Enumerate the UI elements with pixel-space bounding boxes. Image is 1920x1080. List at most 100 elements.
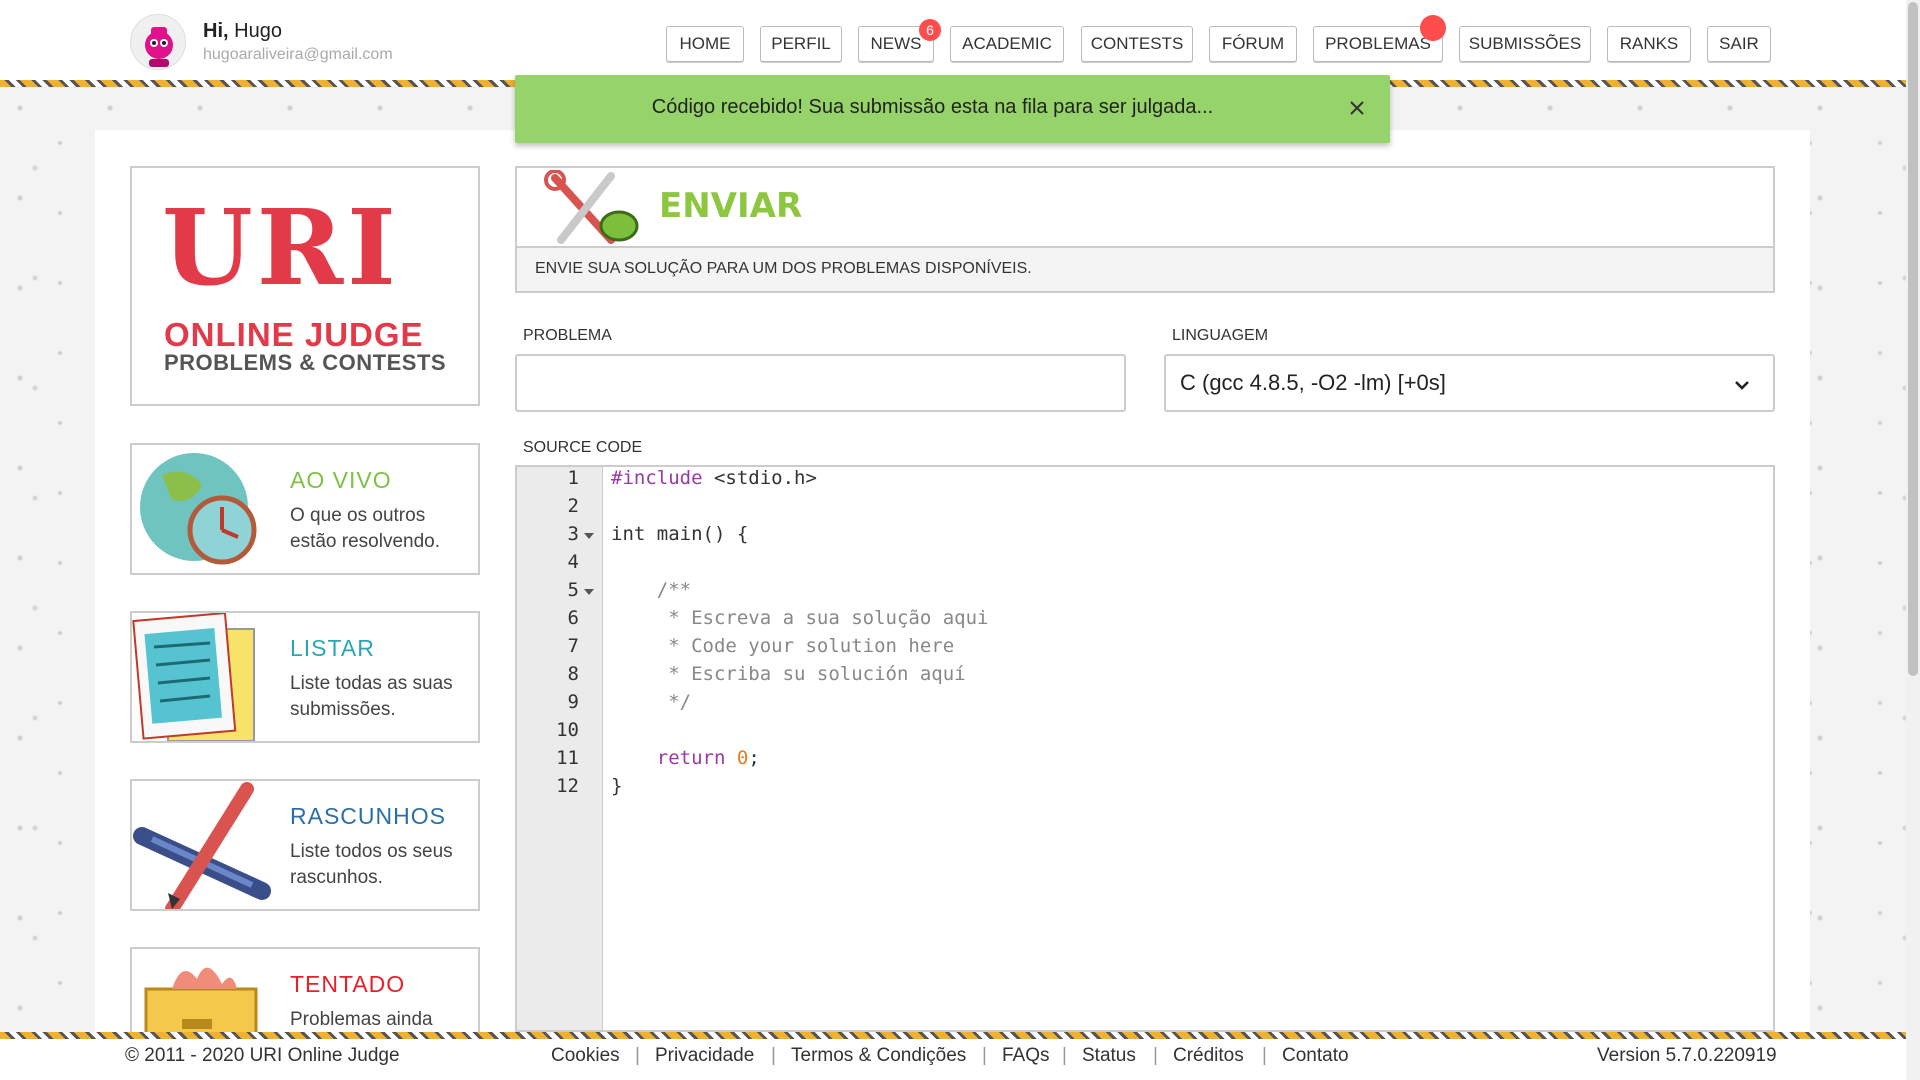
logo-online-judge-text: ONLINE JUDGE xyxy=(164,316,424,353)
pen-pencil-icon xyxy=(133,782,271,909)
line-number: 12 xyxy=(556,775,579,797)
sidebar-card-ao-vivo[interactable]: AO VIVO O que os outros estão resolvendo… xyxy=(130,443,480,575)
linguagem-select[interactable]: C (gcc 4.8.5, -O2 -lm) [+0s] xyxy=(1164,354,1775,412)
footer-separator: | xyxy=(1062,1045,1067,1066)
nav-perfil-button[interactable]: PERFIL xyxy=(760,26,842,62)
footer-separator: | xyxy=(635,1045,640,1066)
footer-link-faqs[interactable]: FAQs xyxy=(1002,1045,1050,1067)
sidebar-desc: O que os outros estão resolvendo. xyxy=(290,505,440,552)
logo-uri-text: URI xyxy=(162,186,400,309)
avatar-robot-icon xyxy=(131,15,185,69)
preprocessor-directive: #include xyxy=(611,467,703,489)
fold-arrow-icon[interactable] xyxy=(584,589,594,595)
enviar-header-card: ENVIAR ENVIE SUA SOLUÇÃO PARA UM DOS PRO… xyxy=(515,166,1775,293)
linguagem-label: LINGUAGEM xyxy=(1172,327,1269,344)
code-line: #include <stdio.h> xyxy=(611,467,817,489)
code-line: * Escreva a sua solução aqui xyxy=(611,607,989,629)
sidebar-card-tentado[interactable]: TENTADO Problemas ainda xyxy=(130,947,480,1032)
code-line: /** xyxy=(611,579,692,601)
line-number: 10 xyxy=(556,719,579,741)
code-line: * Escriba su solución aquí xyxy=(611,663,966,685)
fold-arrow-icon[interactable] xyxy=(584,533,594,539)
close-icon[interactable] xyxy=(1346,97,1368,119)
line-number: 3 xyxy=(567,523,579,545)
source-code-editor[interactable]: 1 2 3 4 5 6 7 8 9 10 11 12 #include <stdio.h> int ma… xyxy=(515,465,1775,1032)
line-number: 5 xyxy=(567,579,579,601)
code-line: * Code your solution here xyxy=(611,635,955,657)
sidebar-title: TENTADO xyxy=(290,971,406,997)
logo-problems-contests-text: PROBLEMS & CONTESTS xyxy=(164,350,447,375)
sidebar-desc: Liste todos os seus rascunhos. xyxy=(290,841,453,888)
line-number: 11 xyxy=(556,747,579,769)
enviar-title: ENVIAR xyxy=(659,186,803,226)
nav-academic-button[interactable]: ACADEMIC xyxy=(950,26,1064,62)
submission-toast: Código recebido! Sua submissão esta na f… xyxy=(515,75,1390,143)
footer-link-privacidade[interactable]: Privacidade xyxy=(655,1045,754,1067)
nav-problemas-button[interactable]: PROBLEMAS xyxy=(1313,15,1446,62)
nav-sair-button[interactable]: SAIR xyxy=(1707,26,1771,62)
nav-submissoes-button[interactable]: SUBMISSÕES xyxy=(1459,26,1591,62)
footer-link-termos[interactable]: Termos & Condições xyxy=(791,1045,966,1067)
code-line: */ xyxy=(611,691,692,713)
document-list-icon xyxy=(132,613,255,741)
toast-message: Código recebido! Sua submissão esta na f… xyxy=(651,96,1214,118)
user-name: Hugo xyxy=(234,20,282,42)
chevron-down-icon xyxy=(1735,381,1749,390)
news-count-badge: 6 xyxy=(919,19,941,41)
top-header: Hi, Hugo hugoaraliveira@gmail.com HOME P… xyxy=(0,0,1906,80)
nav-home-button[interactable]: HOME xyxy=(666,26,744,62)
footer-link-creditos[interactable]: Créditos xyxy=(1173,1045,1244,1067)
sidebar-desc: Problemas ainda xyxy=(290,1009,433,1030)
code-line: return 0; xyxy=(656,747,760,769)
user-email: hugoaraliveira@gmail.com xyxy=(203,46,393,63)
tools-bug-icon xyxy=(544,170,639,244)
nav-ranks-button[interactable]: RANKS xyxy=(1607,26,1691,62)
line-number: 4 xyxy=(567,551,579,573)
sidebar-title: LISTAR xyxy=(290,635,375,661)
nav-news-label: NEWS xyxy=(870,34,922,53)
nav-forum-button[interactable]: FÓRUM xyxy=(1209,26,1297,62)
sidebar-title: AO VIVO xyxy=(290,467,392,493)
sidebar-desc: Liste todas as suas submissões. xyxy=(290,673,453,720)
footer-separator: | xyxy=(1153,1045,1158,1066)
line-number: 6 xyxy=(567,607,579,629)
number-literal: 0 xyxy=(736,747,749,769)
footer-copyright: © 2011 - 2020 URI Online Judge xyxy=(125,1045,400,1066)
footer-link-status[interactable]: Status xyxy=(1082,1045,1136,1067)
line-number: 2 xyxy=(567,495,579,517)
nav-news-button[interactable]: NEWS 6 xyxy=(858,19,941,62)
footer-separator: | xyxy=(1262,1045,1267,1066)
footer-stripe xyxy=(0,1032,1906,1039)
line-number: 9 xyxy=(567,691,579,713)
code-line: int main() { xyxy=(611,523,749,545)
page-scrollbar-thumb[interactable] xyxy=(1908,2,1918,676)
trash-fire-icon xyxy=(144,967,258,1032)
code-line: } xyxy=(611,775,623,797)
sidebar-title: RASCUNHOS xyxy=(290,803,446,829)
footer-separator: | xyxy=(982,1045,987,1066)
line-number: 8 xyxy=(567,663,579,685)
footer-link-cookies[interactable]: Cookies xyxy=(551,1045,620,1067)
footer-version: Version 5.7.0.220919 xyxy=(1597,1045,1777,1066)
problema-input[interactable] xyxy=(515,354,1126,412)
keyword-return: return xyxy=(656,747,726,769)
source-code-label: SOURCE CODE xyxy=(523,439,643,456)
avatar[interactable] xyxy=(130,14,186,70)
linguagem-selected-value: C (gcc 4.8.5, -O2 -lm) [+0s] xyxy=(1180,370,1446,395)
line-number: 7 xyxy=(567,635,579,657)
footer-separator: | xyxy=(771,1045,776,1066)
uri-logo-card[interactable]: URI ONLINE JUDGE PROBLEMS & CONTESTS xyxy=(130,166,480,406)
enviar-subtitle: ENVIE SUA SOLUÇÃO PARA UM DOS PROBLEMAS … xyxy=(517,248,1773,291)
globe-clock-icon xyxy=(140,453,257,565)
sidebar-card-rascunhos[interactable]: RASCUNHOS Liste todos os seus rascunhos. xyxy=(130,779,480,911)
page-footer: © 2011 - 2020 URI Online Judge Cookies |… xyxy=(0,1039,1906,1080)
problemas-notification-dot xyxy=(1420,15,1446,41)
line-number: 1 xyxy=(567,467,579,489)
sidebar-card-listar[interactable]: LISTAR Liste todas as suas submissões. xyxy=(130,611,480,743)
problema-label: PROBLEMA xyxy=(523,327,612,344)
nav-contests-button[interactable]: CONTESTS xyxy=(1081,26,1193,62)
nav-problemas-label: PROBLEMAS xyxy=(1325,34,1431,53)
footer-link-contato[interactable]: Contato xyxy=(1282,1045,1349,1067)
greeting: Hi, Hugo xyxy=(203,20,282,42)
enviar-head: ENVIAR xyxy=(517,168,1773,248)
